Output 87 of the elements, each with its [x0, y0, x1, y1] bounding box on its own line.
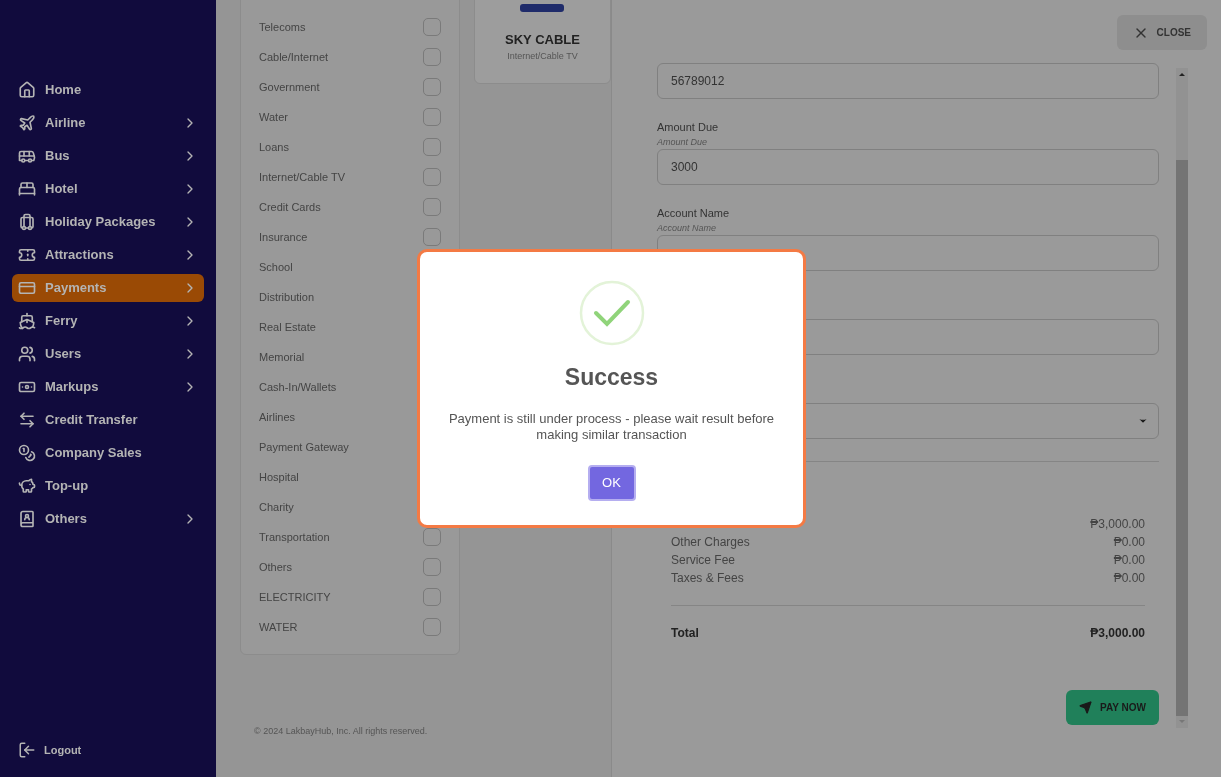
biller-category: Internet/Cable TV — [507, 49, 578, 63]
charge-amount: ₱0.00 — [1113, 552, 1145, 569]
category-label: Cable/Internet — [259, 49, 329, 65]
category-checkbox[interactable] — [423, 588, 441, 606]
input-field[interactable]: 56789012 — [657, 63, 1159, 99]
category-label: Loans — [259, 139, 289, 155]
ship-icon — [18, 312, 36, 330]
logout-link[interactable]: Logout — [12, 741, 204, 759]
ticket-icon — [18, 246, 36, 264]
category-label: Internet/Cable TV — [259, 169, 345, 185]
transfer-icon — [18, 411, 36, 429]
field-hint: Account Name — [657, 221, 718, 235]
charge-label: Service Fee — [671, 552, 736, 569]
charge-amount: ₱3,000.00 — [1090, 516, 1145, 533]
category-label: Real Estate — [259, 319, 316, 335]
logout-icon — [18, 741, 36, 759]
luggage-icon — [18, 213, 36, 231]
sidebar-item[interactable]: Users — [12, 340, 204, 368]
charge-amount: ₱0.00 — [1113, 570, 1145, 587]
category-checkbox[interactable] — [423, 228, 441, 246]
piggy-bank-icon — [18, 477, 36, 495]
sidebar-item[interactable]: Home — [12, 76, 204, 104]
scrollbar[interactable] — [1176, 68, 1188, 728]
sidebar-item[interactable]: Airline — [12, 109, 204, 137]
sidebar-item[interactable]: Holiday Packages — [12, 208, 204, 236]
category-label: Insurance — [259, 229, 308, 245]
category-label: Cash-In/Wallets — [259, 379, 337, 395]
pay-now-button[interactable]: PAY NOW — [1066, 690, 1159, 725]
category-label: Others — [259, 559, 292, 575]
total-label: Total — [671, 625, 699, 642]
category-label: Telecoms — [259, 19, 306, 35]
charge-amount: ₱0.00 — [1113, 534, 1145, 551]
category-checkbox[interactable] — [423, 108, 441, 126]
coins-icon — [18, 444, 36, 462]
biller-logo — [520, 4, 565, 14]
category-label: WATER — [259, 619, 298, 635]
category-label: Memorial — [259, 349, 305, 365]
sidebar-item[interactable]: Top-up — [12, 472, 204, 500]
category-label: School — [259, 259, 293, 275]
sidebar-item[interactable]: Credit Transfer — [12, 406, 204, 434]
ok-button[interactable]: OK — [587, 464, 636, 501]
category-checkbox[interactable] — [423, 198, 441, 216]
sidebar-item[interactable]: Bus — [12, 142, 204, 170]
category-label: Hospital — [259, 469, 299, 485]
category-label: ELECTRICITY — [259, 589, 331, 605]
input-field[interactable]: 3000 — [657, 149, 1159, 185]
send-icon — [1079, 701, 1093, 714]
close-button[interactable]: CLOSE — [1116, 15, 1207, 50]
category-label: Payment Gateway — [259, 439, 349, 455]
biller-name: SKY CABLE — [505, 31, 580, 49]
category-label: Distribution — [259, 289, 315, 305]
category-label: Credit Cards — [259, 199, 321, 215]
category-checkbox[interactable] — [423, 78, 441, 96]
success-check-icon — [578, 280, 645, 346]
sidebar-item[interactable]: Others — [12, 505, 204, 533]
id-book-icon — [18, 510, 36, 528]
card-icon — [18, 279, 36, 297]
charge-label: Other Charges — [671, 534, 750, 551]
field-label: Amount Due — [657, 120, 720, 135]
home-icon — [18, 81, 36, 99]
category-label: Transportation — [259, 529, 330, 545]
category-checkbox[interactable] — [423, 18, 441, 36]
sidebar-item[interactable]: Markups — [12, 373, 204, 401]
category-checkbox[interactable] — [423, 168, 441, 186]
plane-icon — [18, 114, 36, 132]
category-label: Water — [259, 109, 288, 125]
charge-label: Taxes & Fees — [671, 570, 744, 587]
bed-icon — [18, 180, 36, 198]
category-checkbox[interactable] — [423, 138, 441, 156]
dialog-title: Success — [564, 363, 659, 392]
category-checkbox[interactable] — [423, 48, 441, 66]
sidebar-item[interactable]: Attractions — [12, 241, 204, 269]
sidebar-item[interactable]: Hotel — [12, 175, 204, 203]
total-amount: ₱3,000.00 — [1090, 625, 1145, 642]
category-checkbox[interactable] — [423, 618, 441, 636]
sidebar-item[interactable]: Company Sales — [12, 439, 204, 467]
dropdown-caret-icon — [1138, 416, 1148, 426]
sidebar-item[interactable]: Ferry — [12, 307, 204, 335]
field-hint: Amount Due — [657, 135, 709, 149]
biller-card[interactable]: SKY CABLE Internet/Cable TV — [474, 0, 611, 84]
field-label: Account Name — [657, 206, 731, 221]
dialog-message: Payment is still under process - please wait result before making similar transaction — [447, 410, 776, 443]
category-label: Charity — [259, 499, 294, 515]
users-icon — [18, 345, 36, 363]
category-label: Airlines — [259, 409, 296, 425]
category-checkbox[interactable] — [423, 558, 441, 576]
category-label: Government — [259, 79, 320, 95]
